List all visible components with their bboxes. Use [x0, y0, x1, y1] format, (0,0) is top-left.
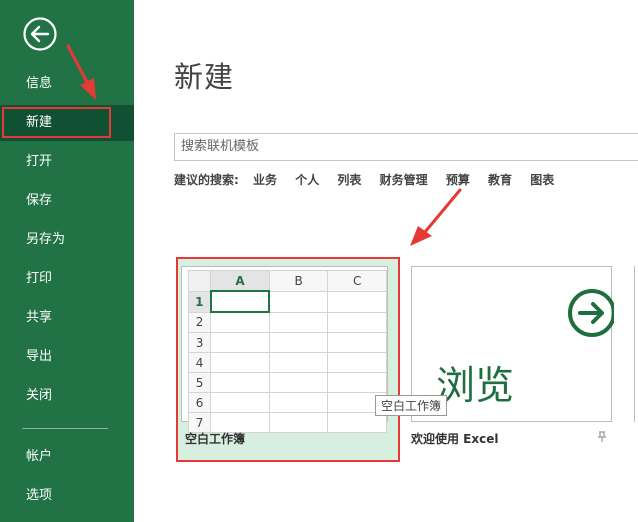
annotation-arrows — [66, 44, 462, 246]
